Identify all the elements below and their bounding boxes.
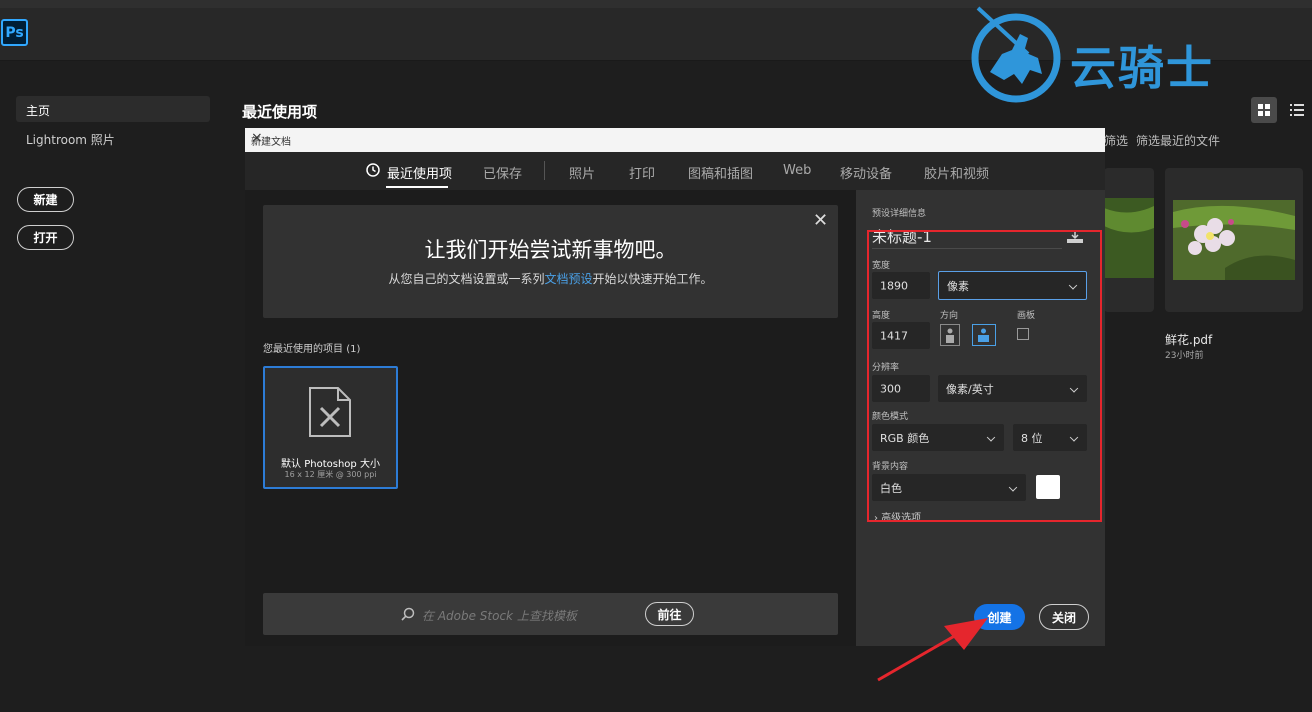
tab-photo[interactable]: 照片	[569, 163, 595, 182]
photoshop-logo: Ps	[1, 19, 28, 46]
preset-card-name: 默认 Photoshop 大小	[281, 459, 380, 470]
tab-divider	[544, 161, 545, 180]
dialog-titlebar: 新建文档 ×	[245, 128, 1105, 152]
preset-card-detail: 16 x 12 厘米 @ 300 ppi	[284, 470, 377, 479]
tab-recent[interactable]: 最近使用项	[387, 163, 452, 182]
grid-view-button[interactable]	[1251, 97, 1277, 123]
menu-bar	[0, 0, 1312, 8]
flower-image	[1173, 200, 1295, 280]
recent-file-thumbnail[interactable]	[1165, 168, 1303, 312]
recent-file-thumbnail[interactable]	[1104, 168, 1154, 312]
recent-items-text: 您最近使用的项目	[263, 344, 343, 355]
knight-logo-icon	[971, 6, 1061, 103]
preset-details-label: 预设详细信息	[872, 209, 927, 219]
tab-print[interactable]: 打印	[629, 163, 655, 182]
banner-subtitle: 从您自己的文档设置或一系列文档预设开始以快速开始工作。	[263, 270, 838, 287]
document-icon	[309, 387, 351, 437]
grid-icon	[1258, 104, 1270, 116]
highlight-box	[867, 230, 1102, 522]
tab-mobile[interactable]: 移动设备	[840, 163, 892, 182]
list-icon	[1290, 104, 1304, 116]
list-view-button[interactable]	[1284, 97, 1310, 123]
tab-web[interactable]: Web	[783, 163, 811, 178]
active-tab-indicator	[386, 186, 448, 188]
document-presets-link[interactable]: 文档预设	[544, 272, 592, 286]
filter-recent-input[interactable]: 筛选最近的文件	[1136, 132, 1220, 149]
recent-title: 最近使用项	[242, 103, 318, 121]
tab-saved[interactable]: 已保存	[483, 163, 522, 182]
banner-text: 开始以快速开始工作。	[592, 272, 713, 286]
open-button[interactable]: 打开	[17, 225, 74, 250]
banner-text: 从您自己的文档设置或一系列	[388, 272, 545, 286]
go-button[interactable]: 前往	[645, 602, 694, 626]
clock-icon	[366, 163, 380, 177]
annotation-arrow-icon	[877, 618, 988, 682]
sidebar-item-label: 主页	[26, 104, 51, 118]
close-icon[interactable]: ✕	[813, 210, 828, 231]
recent-items-count: (1)	[346, 344, 361, 355]
thumbnail-image	[1104, 198, 1154, 278]
stock-search-input[interactable]: 在 Adobe Stock 上查找模板	[422, 607, 577, 624]
recent-file-name[interactable]: 鲜花.pdf	[1165, 331, 1212, 348]
sidebar-item-lightroom[interactable]: Lightroom 照片	[26, 131, 115, 148]
banner-heading: 让我们开始尝试新事物吧。	[424, 238, 677, 262]
filter-label: 筛选	[1104, 134, 1129, 148]
close-icon[interactable]: ×	[251, 130, 1097, 146]
recent-file-time: 23小时前	[1165, 351, 1204, 361]
recent-items-label: 您最近使用的项目 (1)	[263, 340, 360, 355]
tab-art-illustration[interactable]: 图稿和插图	[688, 163, 753, 182]
new-button[interactable]: 新建	[17, 187, 74, 212]
search-icon	[401, 607, 415, 621]
close-button[interactable]: 关闭	[1039, 604, 1089, 630]
sidebar-item-home[interactable]: 主页	[16, 96, 210, 122]
tab-film-video[interactable]: 胶片和视频	[924, 163, 989, 182]
watermark-text: 云骑士	[1070, 41, 1214, 95]
